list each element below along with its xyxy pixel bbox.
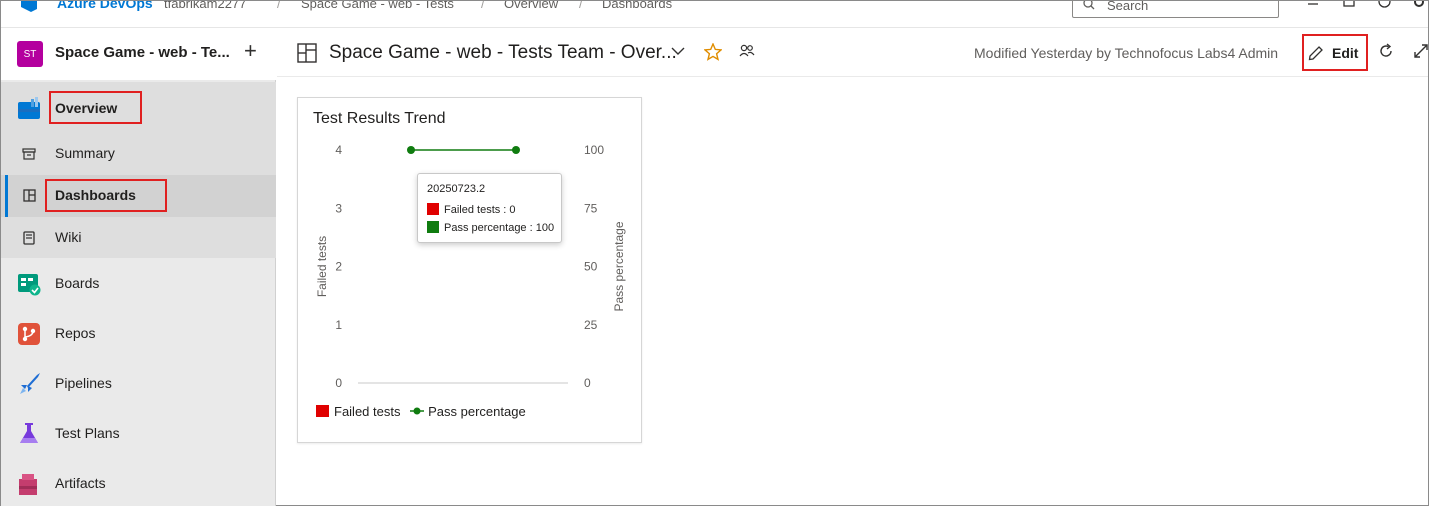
sidebar-item-label: Artifacts [55,475,106,491]
artifacts-icon [19,474,37,495]
legend-failed-tests[interactable]: Failed tests [316,404,400,419]
edit-label: Edit [1332,45,1359,61]
pass-swatch [427,221,439,233]
legend-pass-marker [410,407,425,415]
trend-chart: 0 1 2 3 4 0 25 50 75 100 Failed tests Pass percenta… [315,143,626,390]
sidebar-item-repos[interactable]: Repos [1,313,276,355]
tooltip-pass-text: Pass percentage : 100 [444,222,555,234]
top-bar: Azure DevOps tfabrikam2277 / Space Game … [1,1,1428,28]
search-icon [1083,1,1095,10]
sidebar-item-artifacts[interactable]: Artifacts [1,463,276,505]
help-icon[interactable] [1378,1,1391,8]
sidebar-item-wiki[interactable]: Wiki [1,217,276,259]
team-members-icon[interactable] [739,44,755,58]
sidebar-item-boards[interactable]: Boards [1,263,276,305]
dashboard-header: Space Game - web - Tests Team - Over... … [277,28,1428,77]
y2-tick-label: 50 [584,260,598,274]
test-results-trend-widget[interactable]: Test Results Trend 0 1 2 3 4 0 25 50 75 100 Failed… [297,97,642,443]
sidebar-item-label: Repos [55,325,96,341]
breadcrumb-overview[interactable]: Overview [504,1,558,11]
breadcrumb-separator: / [481,1,485,11]
breadcrumb-separator: / [277,1,281,11]
wiki-icon [23,231,35,245]
breadcrumb-organization[interactable]: tfabrikam2277 [164,1,246,11]
sidebar-item-label: Boards [55,275,100,291]
boards-icon [18,274,41,296]
y-tick-label: 0 [335,376,342,390]
y-tick-label: 1 [335,318,342,332]
pass-percentage-point [512,146,520,154]
legend-failed-label: Failed tests [334,404,401,419]
dashboards-icon [23,189,36,202]
sidebar: ST Space Game - web - Te... + Overview S… [1,28,276,506]
fullscreen-icon[interactable] [1413,43,1429,59]
y-tick-label: 2 [335,260,342,274]
test-plans-icon [20,423,38,443]
y2-tick-label: 25 [584,318,598,332]
y2-axis-label: Pass percentage [612,221,626,311]
highlight-box-dashboards [45,179,167,212]
legend-pass-percentage[interactable]: Pass percentage [410,404,526,419]
chevron-down-icon[interactable] [671,47,685,56]
brand-name[interactable]: Azure DevOps [57,1,153,11]
pipelines-icon [20,373,40,394]
legend-pass-label: Pass percentage [428,404,526,419]
sidebar-item-summary[interactable]: Summary [1,133,276,175]
breadcrumb-separator: / [579,1,583,11]
chart-tooltip: 20250723.2 Failed tests : 0 Pass percent… [417,173,562,243]
breadcrumb-project[interactable]: Space Game - web - Tests [301,1,454,11]
modified-info: Modified Yesterday by Technofocus Labs4 … [974,45,1279,61]
sidebar-item-label: Pipelines [55,375,112,391]
refresh-icon[interactable] [1378,43,1394,59]
sidebar-item-label: Summary [55,145,115,161]
edit-button[interactable]: Edit [1302,34,1368,71]
azure-devops-logo-icon[interactable] [19,1,39,13]
failed-swatch [427,203,439,215]
dashboard-title[interactable]: Space Game - web - Tests Team - Over... [329,42,677,64]
overview-icon [18,97,40,119]
project-name[interactable]: Space Game - web - Te... [55,44,230,61]
sidebar-item-label: Test Plans [55,425,120,441]
dashboard-icon [297,43,317,63]
task-list-icon[interactable] [1303,1,1319,7]
repos-icon [18,323,40,345]
marketplace-icon[interactable] [1343,1,1355,7]
search-placeholder: Search [1107,1,1149,13]
breadcrumb-dashboards[interactable]: Dashboards [602,1,672,11]
sidebar-item-test-plans[interactable]: Test Plans [1,413,276,455]
add-icon[interactable]: + [244,38,257,64]
highlight-box-overview [49,91,142,124]
search-box[interactable]: Search [1072,1,1279,18]
tooltip-build: 20250723.2 [427,183,486,195]
sidebar-item-label: Wiki [55,229,82,245]
chart-legend: Failed tests Pass percentage [316,404,532,419]
favorite-star-icon[interactable] [704,43,722,61]
settings-icon[interactable] [1412,1,1426,9]
project-selector[interactable]: ST Space Game - web - Te... + [1,28,276,80]
y-tick-label: 3 [335,201,342,215]
y-axis-label: Failed tests [315,236,329,297]
pencil-icon [1308,46,1323,61]
summary-icon [22,148,36,160]
sidebar-item-pipelines[interactable]: Pipelines [1,363,276,405]
y2-tick-label: 75 [584,201,598,215]
y2-tick-label: 100 [584,143,604,157]
legend-failed-swatch [316,405,329,417]
pass-percentage-point [407,146,415,154]
project-avatar: ST [17,41,43,67]
tooltip-pass-row: Pass percentage : 100 [427,221,554,234]
tooltip-failed-row: Failed tests : 0 [427,203,516,216]
y-tick-label: 4 [335,143,342,157]
tooltip-failed-text: Failed tests : 0 [444,204,516,216]
y2-tick-label: 0 [584,376,591,390]
